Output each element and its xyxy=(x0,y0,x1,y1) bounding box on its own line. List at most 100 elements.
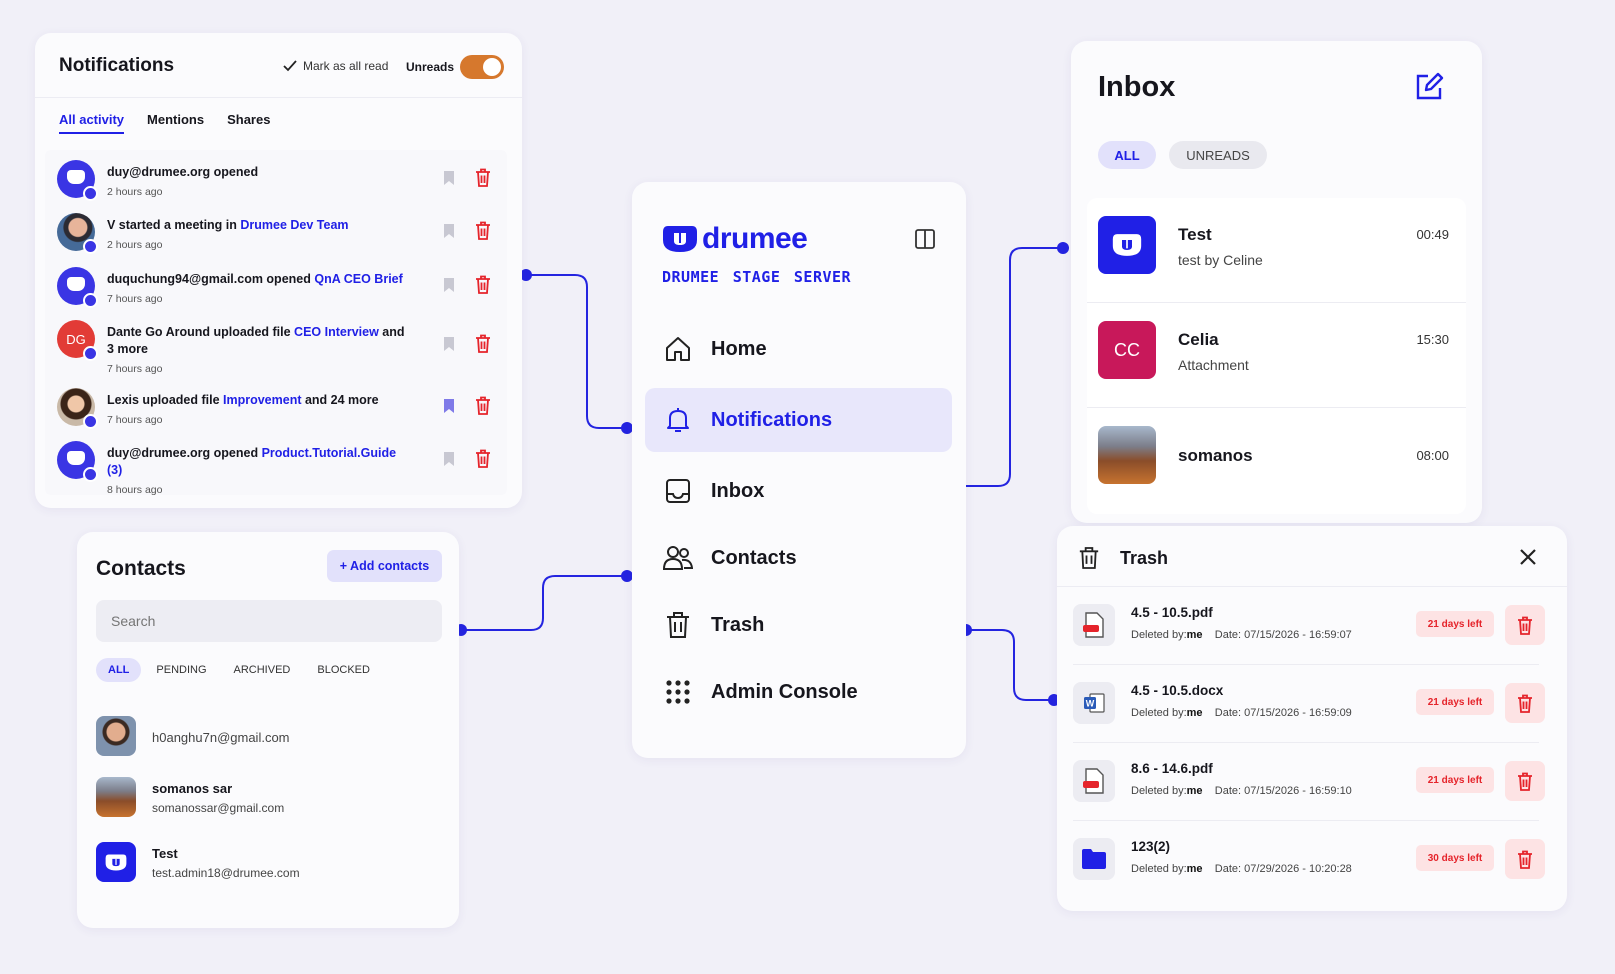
mark-all-read-button[interactable]: Mark as all read xyxy=(283,59,388,73)
deleted-by: me xyxy=(1186,785,1203,797)
trash-icon xyxy=(667,612,689,638)
delete-icon[interactable] xyxy=(475,334,491,353)
file-name: 4.5 - 10.5.docx xyxy=(1131,683,1224,698)
bookmark-icon[interactable] xyxy=(443,170,455,186)
contact-filters: ALL PENDING ARCHIVED BLOCKED xyxy=(96,658,385,682)
avatar xyxy=(96,842,136,882)
bookmark-icon[interactable] xyxy=(443,451,455,467)
permanent-delete-button[interactable] xyxy=(1505,605,1545,645)
delete-icon[interactable] xyxy=(475,396,491,415)
bookmark-icon[interactable] xyxy=(443,277,455,293)
check-icon xyxy=(283,60,297,72)
filter-archived[interactable]: ARCHIVED xyxy=(222,658,303,682)
panel-toggle-icon[interactable] xyxy=(915,229,935,249)
divider xyxy=(35,97,522,98)
inbox-panel: Inbox ALL UNREADS Test test by Celine 00… xyxy=(1071,41,1482,523)
filter-pending[interactable]: PENDING xyxy=(144,658,218,682)
avatar-initials: CC xyxy=(1114,339,1140,360)
permanent-delete-button[interactable] xyxy=(1505,761,1545,801)
avatar xyxy=(96,777,136,817)
delete-icon[interactable] xyxy=(475,275,491,294)
trash-item[interactable]: 4.5 - 10.5.pdf Deleted by:me Date: 07/15… xyxy=(1073,587,1545,665)
avatar-initials: DG xyxy=(66,331,86,347)
conversation-item[interactable]: somanos 08:00 xyxy=(1087,408,1466,513)
drumee-logo-icon xyxy=(1112,234,1142,256)
inbox-title: Inbox xyxy=(1098,71,1176,103)
avatar xyxy=(57,160,98,201)
conversation-item[interactable]: CC Celia Attachment 15:30 xyxy=(1087,303,1466,408)
deleted-date: 07/15/2026 - 16:59:07 xyxy=(1244,629,1352,641)
contacts-title: Contacts xyxy=(96,557,186,580)
avatar xyxy=(57,267,98,308)
bookmark-icon[interactable] xyxy=(443,336,455,352)
compose-icon[interactable] xyxy=(1414,72,1444,102)
delete-icon[interactable] xyxy=(475,221,491,240)
delete-icon xyxy=(1518,850,1532,869)
avatar: DG xyxy=(57,320,98,361)
avatar xyxy=(57,441,98,482)
notification-link[interactable]: QnA CEO Brief xyxy=(314,272,402,286)
drumee-logo: drumee xyxy=(662,222,808,256)
contacts-panel: Contacts + Add contacts ALL PENDING ARCH… xyxy=(77,532,459,928)
unreads-toggle[interactable] xyxy=(460,55,504,79)
bookmark-icon[interactable] xyxy=(443,398,455,414)
mark-all-read-label: Mark as all read xyxy=(303,59,389,73)
notification-link[interactable]: Drumee Dev Team xyxy=(240,218,348,232)
tab-all-activity[interactable]: All activity xyxy=(59,112,125,134)
file-name: 123(2) xyxy=(1131,839,1171,854)
trash-item[interactable]: 8.6 - 14.6.pdf Deleted by:me Date: 07/15… xyxy=(1073,743,1545,821)
permanent-delete-button[interactable] xyxy=(1505,839,1545,879)
nav-item-admin-console[interactable]: Admin Console xyxy=(645,660,952,724)
search-input[interactable] xyxy=(96,600,442,642)
avatar xyxy=(57,213,98,254)
nav-item-trash[interactable]: Trash xyxy=(645,593,952,657)
filter-all[interactable]: ALL xyxy=(96,658,142,682)
notification-link[interactable]: Improvement xyxy=(223,393,302,407)
nav-item-contacts[interactable]: Contacts xyxy=(645,526,952,590)
delete-icon xyxy=(1518,694,1532,713)
notification-link[interactable]: CEO Interview xyxy=(294,325,379,339)
permanent-delete-button[interactable] xyxy=(1505,683,1545,723)
contact-name: somanos sar xyxy=(152,781,233,796)
trash-item[interactable]: W 4.5 - 10.5.docx Deleted by:me Date: 07… xyxy=(1073,665,1545,743)
nav-label: Notifications xyxy=(711,408,833,431)
inbox-icon xyxy=(666,479,690,503)
contact-email: h0anghu7n@gmail.com xyxy=(152,730,290,745)
pdf-file-icon xyxy=(1073,760,1115,802)
delete-icon[interactable] xyxy=(475,168,491,187)
filter-all[interactable]: ALL xyxy=(1098,141,1156,169)
tab-shares[interactable]: Shares xyxy=(227,112,270,134)
contact-item[interactable]: Test test.admin18@drumee.com xyxy=(96,842,436,886)
tab-mentions[interactable]: Mentions xyxy=(147,112,204,134)
contacts-icon xyxy=(663,546,693,570)
days-left-badge: 21 days left xyxy=(1416,689,1494,715)
conversation-time: 08:00 xyxy=(1416,448,1449,463)
days-left-badge: 30 days left xyxy=(1416,845,1494,871)
notifications-panel: Notifications Mark as all read Unreads A… xyxy=(35,33,522,508)
nav-item-inbox[interactable]: Inbox xyxy=(645,459,952,523)
notification-text: duy@drumee.org opened xyxy=(107,446,262,460)
trash-icon xyxy=(1079,547,1099,569)
unreads-label: Unreads xyxy=(406,60,455,74)
nav-item-notifications[interactable]: Notifications xyxy=(645,388,952,452)
notification-text: duy@drumee.org opened xyxy=(107,165,259,179)
contact-item[interactable]: h0anghu7n@gmail.com xyxy=(96,716,436,760)
close-icon[interactable] xyxy=(1519,548,1537,566)
delete-icon[interactable] xyxy=(475,449,491,468)
trash-title: Trash xyxy=(1120,548,1169,568)
conversation-item[interactable]: Test test by Celine 00:49 xyxy=(1087,198,1466,303)
contact-item[interactable]: somanos sar somanossar@gmail.com xyxy=(96,777,436,821)
notification-time: 7 hours ago xyxy=(107,414,163,426)
nav-item-home[interactable]: Home xyxy=(645,317,952,381)
filter-unreads[interactable]: UNREADS xyxy=(1169,141,1267,169)
drumee-logo-icon xyxy=(105,854,127,870)
deleted-by-label: Deleted by: xyxy=(1131,629,1187,641)
add-contacts-button[interactable]: + Add contacts xyxy=(327,550,442,582)
bookmark-icon[interactable] xyxy=(443,223,455,239)
filter-blocked[interactable]: BLOCKED xyxy=(305,658,382,682)
avatar xyxy=(1098,426,1156,484)
trash-item[interactable]: 123(2) Deleted by:me Date: 07/29/2026 - … xyxy=(1073,821,1545,899)
conversation-name: Celia xyxy=(1178,330,1219,349)
conversation-name: Test xyxy=(1178,225,1212,244)
nav-label: Inbox xyxy=(711,479,765,502)
